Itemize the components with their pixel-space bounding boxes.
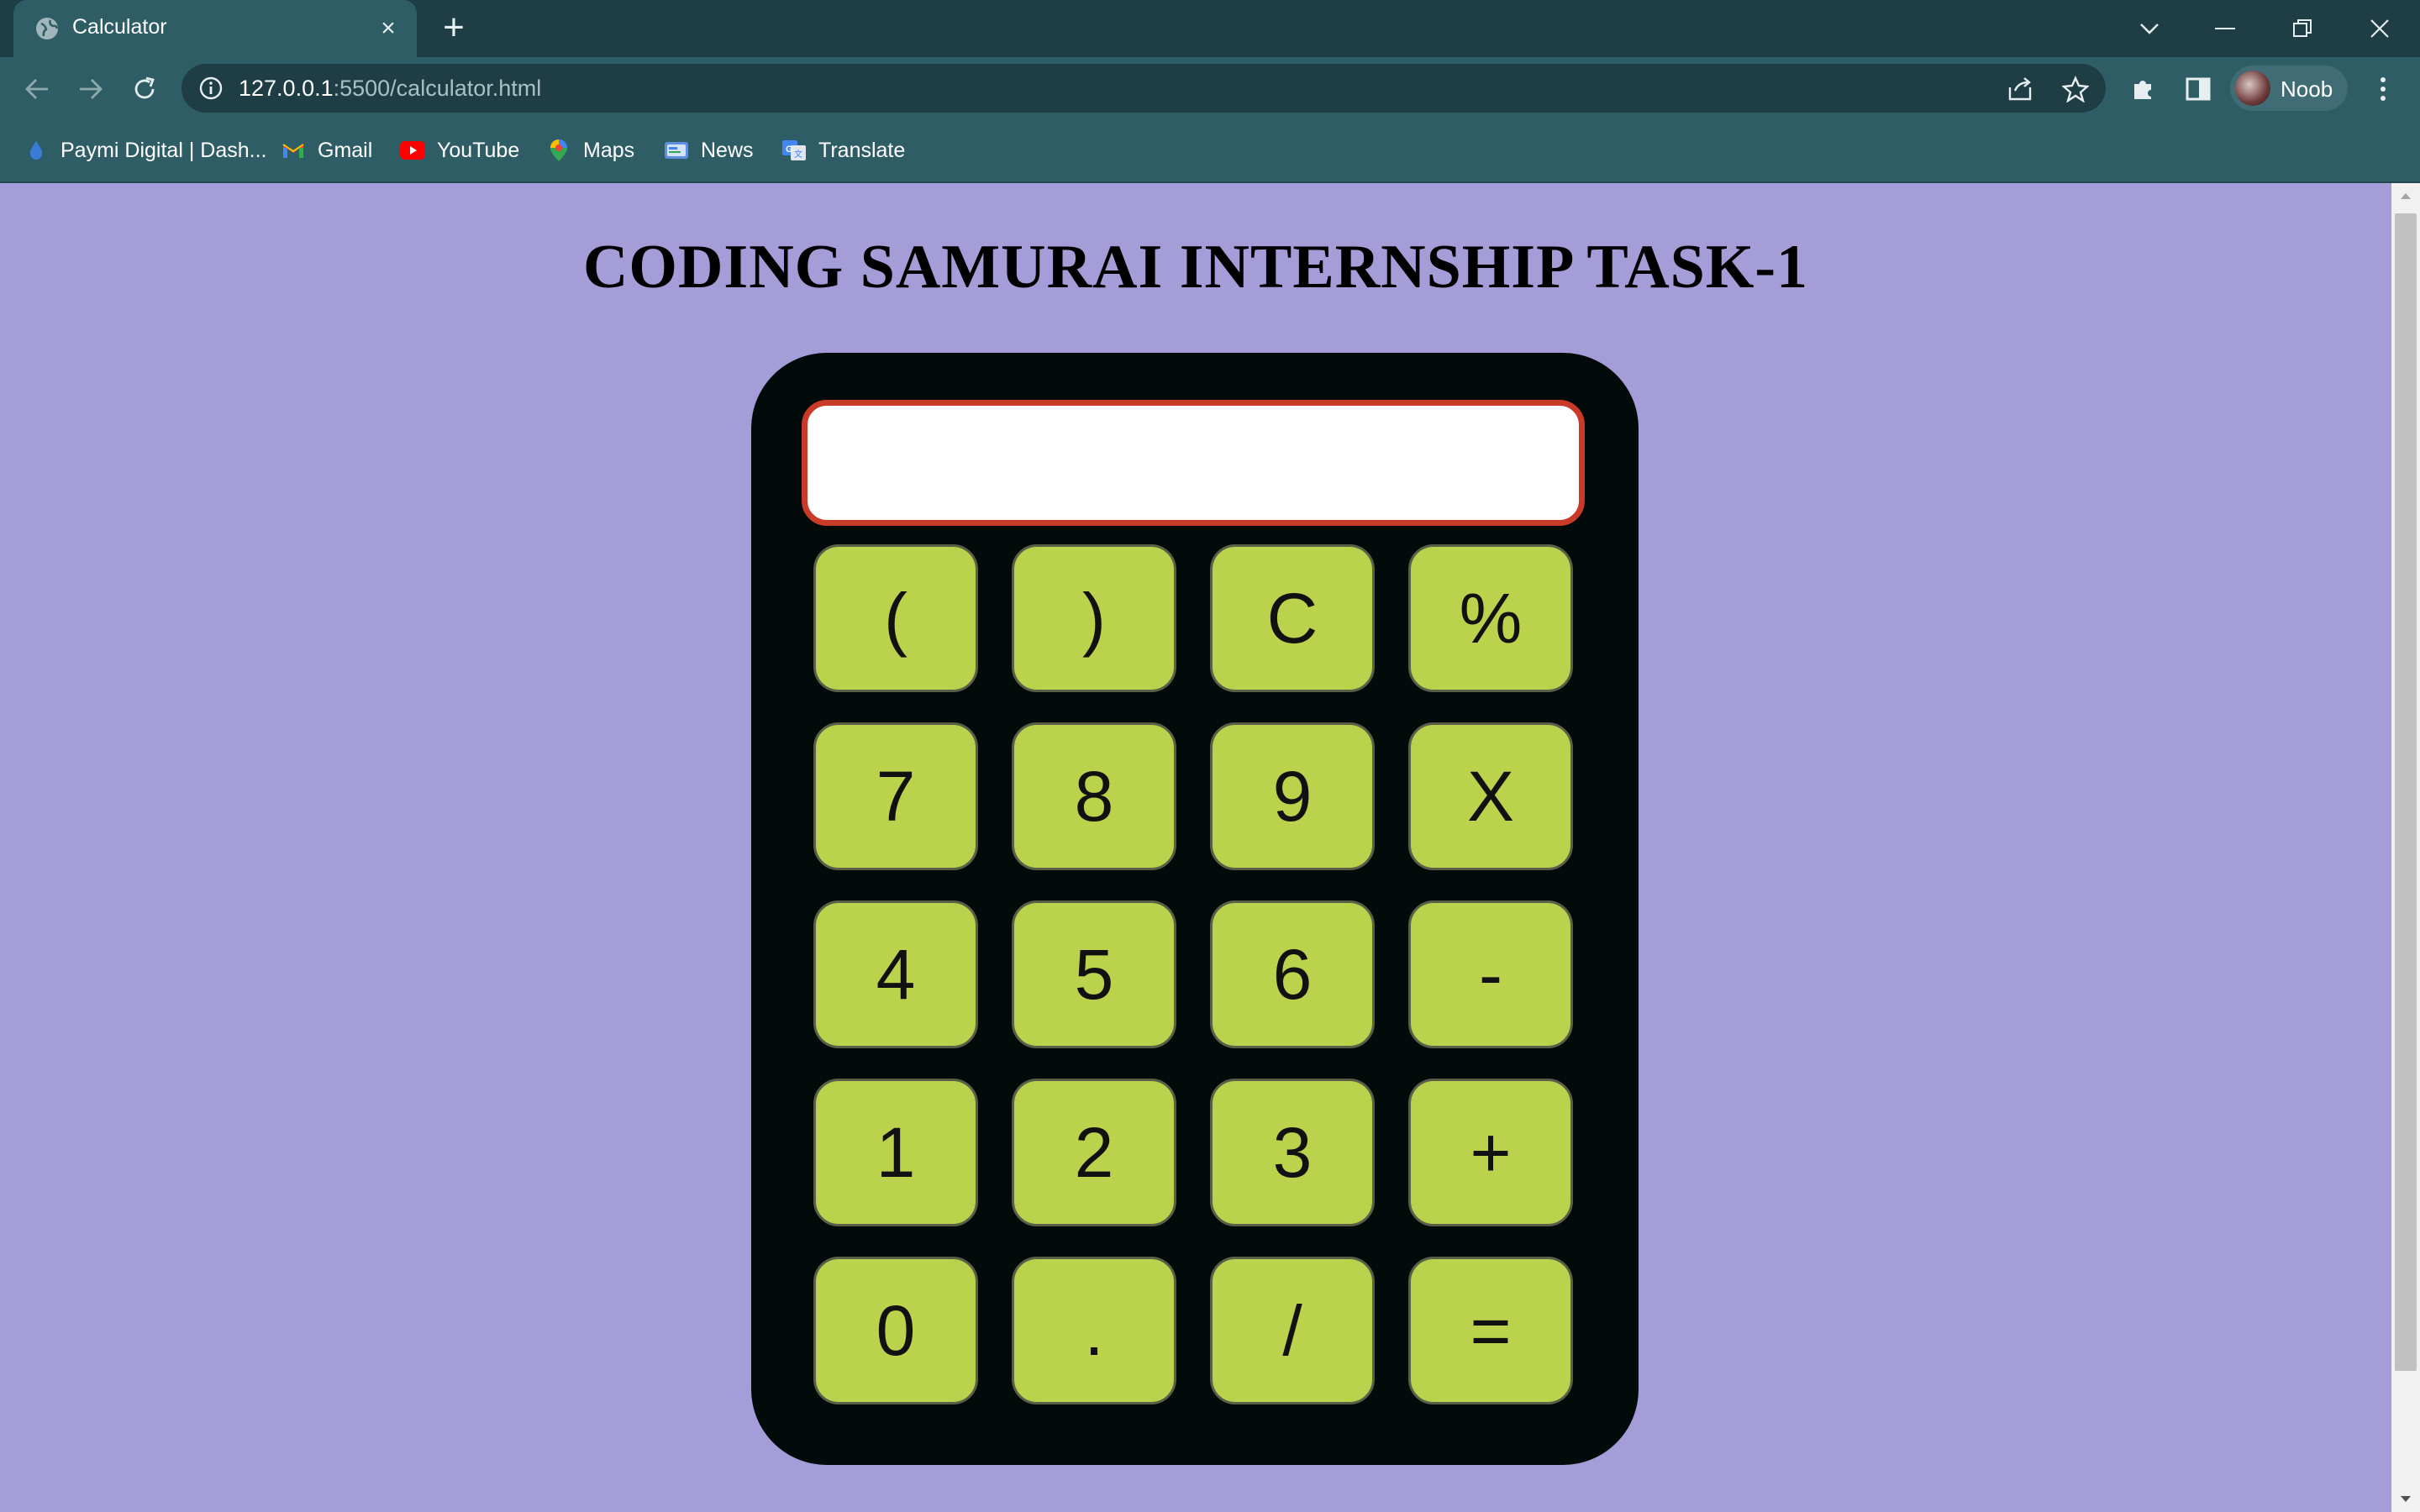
extensions-puzzle-icon[interactable] [2124, 71, 2161, 108]
close-window-icon[interactable] [2354, 8, 2405, 49]
svg-text:G: G [786, 144, 793, 155]
gmail-icon [281, 138, 306, 163]
news-icon [664, 138, 689, 163]
key-plus[interactable]: + [1408, 1079, 1573, 1226]
site-info-icon[interactable] [198, 76, 224, 101]
key-divide[interactable]: / [1210, 1257, 1375, 1404]
key-1[interactable]: 1 [813, 1079, 978, 1226]
scroll-up-arrow-icon[interactable] [2391, 183, 2420, 208]
key-equals[interactable]: = [1408, 1257, 1573, 1404]
kebab-menu-icon[interactable] [2365, 71, 2402, 108]
reload-icon[interactable] [126, 71, 163, 108]
close-tab-icon[interactable]: × [375, 15, 402, 42]
address-bar[interactable]: 127.0.0.1:5500/calculator.html [182, 64, 2106, 113]
forward-arrow-icon[interactable] [72, 71, 109, 108]
page-title: CODING SAMURAI INTERNSHIP TASK-1 [582, 233, 1809, 302]
youtube-icon [400, 138, 425, 163]
key-close-paren[interactable]: ) [1012, 544, 1176, 692]
bookmark-label: YouTube [437, 138, 520, 162]
bookmark-gmail[interactable]: Gmail [281, 136, 372, 165]
calculator-display[interactable] [802, 400, 1585, 526]
tab-calculator[interactable]: Calculator × [13, 0, 417, 57]
translate-icon: G文 [781, 138, 807, 163]
bookmark-news[interactable]: News [664, 136, 754, 165]
side-panel-icon[interactable] [2180, 71, 2217, 108]
new-tab-button[interactable]: + [437, 9, 471, 46]
bookmark-youtube[interactable]: YouTube [400, 136, 519, 165]
key-5[interactable]: 5 [1012, 900, 1176, 1048]
restore-icon[interactable] [2277, 8, 2328, 49]
share-icon[interactable] [2005, 74, 2035, 104]
key-8[interactable]: 8 [1012, 722, 1176, 870]
key-3[interactable]: 3 [1210, 1079, 1375, 1226]
bookmark-label: News [701, 138, 754, 162]
vertical-scrollbar[interactable] [2391, 183, 2420, 1512]
maps-pin-icon [546, 138, 571, 163]
browser-toolbar: 127.0.0.1:5500/calculator.html Noob [0, 57, 2420, 119]
droplet-icon [24, 138, 49, 163]
globe-icon [36, 18, 59, 39]
key-clear[interactable]: C [1210, 544, 1375, 692]
bookmark-label: Maps [583, 138, 635, 162]
bookmark-paymi[interactable]: Paymi Digital | Dash... [24, 136, 266, 165]
minimize-icon[interactable] [2200, 8, 2250, 49]
key-percent[interactable]: % [1408, 544, 1573, 692]
profile-button[interactable]: Noob [2230, 66, 2348, 111]
browser-title-bar: Calculator × + [0, 0, 2420, 57]
scroll-down-arrow-icon[interactable] [2391, 1487, 2420, 1512]
key-multiply[interactable]: X [1408, 722, 1573, 870]
key-decimal[interactable]: . [1012, 1257, 1176, 1404]
url-host: 127.0.0.1 [239, 76, 334, 101]
svg-text:文: 文 [794, 149, 802, 160]
calculator-body: ( ) C % 7 8 9 X 4 5 6 - 1 2 3 + 0 . / = [751, 353, 1639, 1465]
bookmark-translate[interactable]: G文 Translate [781, 136, 905, 165]
key-open-paren[interactable]: ( [813, 544, 978, 692]
back-arrow-icon[interactable] [18, 71, 55, 108]
key-9[interactable]: 9 [1210, 722, 1375, 870]
bookmark-maps[interactable]: Maps [546, 136, 634, 165]
key-0[interactable]: 0 [813, 1257, 978, 1404]
key-6[interactable]: 6 [1210, 900, 1375, 1048]
bookmark-star-icon[interactable] [2060, 74, 2091, 104]
bookmark-label: Translate [818, 138, 906, 162]
page-content: CODING SAMURAI INTERNSHIP TASK-1 ( ) C %… [0, 183, 2391, 1512]
key-7[interactable]: 7 [813, 722, 978, 870]
profile-name: Noob [2281, 76, 2333, 102]
avatar [2235, 71, 2270, 106]
key-4[interactable]: 4 [813, 900, 978, 1048]
tab-title: Calculator [72, 15, 167, 39]
bookmark-label: Gmail [318, 138, 373, 162]
url-text: 127.0.0.1:5500/calculator.html [239, 76, 541, 102]
url-path: :5500/calculator.html [333, 76, 542, 101]
key-2[interactable]: 2 [1012, 1079, 1176, 1226]
scrollbar-thumb[interactable] [2395, 213, 2417, 1371]
key-minus[interactable]: - [1408, 900, 1573, 1048]
tab-search-chevron-icon[interactable] [2124, 8, 2175, 49]
bookmark-label: Paymi Digital | Dash... [60, 138, 267, 162]
bookmarks-bar: Paymi Digital | Dash... Gmail YouTube Ma… [0, 119, 2420, 183]
